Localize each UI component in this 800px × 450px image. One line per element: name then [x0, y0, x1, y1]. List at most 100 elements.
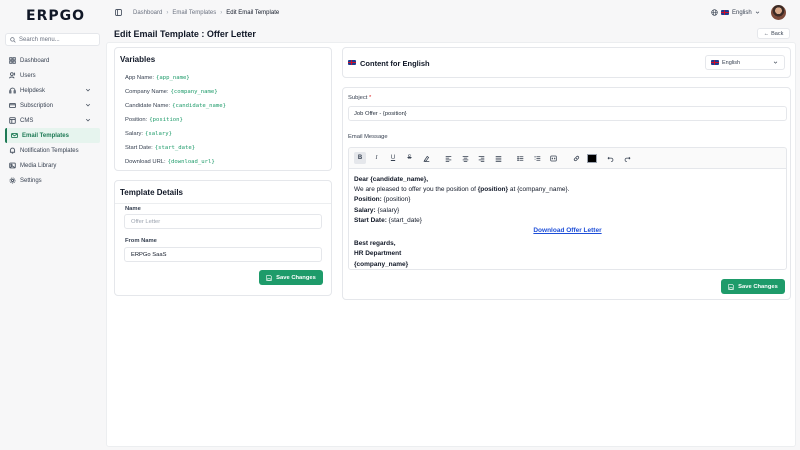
- undo-button[interactable]: [605, 152, 617, 164]
- search-input[interactable]: Search menu...: [5, 33, 100, 46]
- breadcrumb-home[interactable]: Dashboard: [133, 10, 162, 16]
- align-left-button[interactable]: [443, 152, 455, 164]
- start-date-label: Start Date:: [354, 216, 387, 224]
- back-button[interactable]: ← Back: [757, 28, 790, 39]
- variable-label: Company Name:: [125, 89, 169, 95]
- sidebar-item-label: Notification Templates: [20, 147, 79, 154]
- variables-card: Variables App Name: {app_name} Company Na…: [114, 47, 332, 171]
- language-label: English: [732, 9, 752, 16]
- from-name-field[interactable]: ERPGo SaaS: [124, 247, 322, 262]
- variable-code[interactable]: {company_name}: [171, 89, 218, 95]
- editor-toolbar: B I U S: [348, 147, 787, 168]
- chevron-down-icon: [773, 61, 778, 64]
- underline-button[interactable]: U: [387, 152, 399, 164]
- sidebar-item-email-templates[interactable]: Email Templates: [5, 128, 100, 143]
- chevron-down-icon: [85, 88, 91, 92]
- app-logo[interactable]: ERPGO: [26, 8, 85, 24]
- variable-label: Download URL:: [125, 159, 166, 165]
- sidebar-item-cms[interactable]: CMS: [5, 113, 100, 128]
- variable-code[interactable]: {download_url}: [168, 159, 215, 165]
- download-offer-link[interactable]: Download Offer Letter: [354, 226, 781, 236]
- code-block-icon: [550, 155, 557, 161]
- underline-icon: U: [390, 155, 396, 161]
- variable-code[interactable]: {start_date}: [155, 145, 195, 151]
- salary-label: Salary:: [354, 206, 376, 214]
- breadcrumb: Dashboard › Email Templates › Edit Email…: [133, 10, 279, 16]
- ordered-list-button[interactable]: [531, 152, 543, 164]
- regards-line: Best regards,: [354, 239, 781, 249]
- variable-label: Start Date:: [125, 145, 153, 151]
- sidebar-item-helpdesk[interactable]: Helpdesk: [5, 83, 100, 98]
- chevron-down-icon: [755, 11, 759, 14]
- link-button[interactable]: [570, 152, 582, 164]
- from-name-label: From Name: [125, 238, 157, 244]
- sidebar-item-notification-templates[interactable]: Notification Templates: [5, 143, 100, 158]
- dashboard-icon: [9, 57, 16, 64]
- align-right-icon: [478, 155, 485, 162]
- bold-button[interactable]: B: [354, 152, 366, 164]
- search-icon: [10, 36, 16, 43]
- variable-label: Candidate Name:: [125, 103, 171, 109]
- align-justify-button[interactable]: [492, 152, 504, 164]
- bell-icon: [9, 147, 16, 154]
- align-justify-icon: [495, 155, 501, 162]
- avatar[interactable]: [771, 5, 786, 20]
- variable-code[interactable]: {position}: [149, 117, 183, 123]
- sidebar-nav: Dashboard Users Helpdesk Subscription CM…: [5, 53, 100, 188]
- offer-line: We are pleased to offer you the position…: [354, 185, 781, 195]
- sidebar: ERPGO Search menu... Dashboard Users Hel…: [0, 0, 106, 450]
- position-line: Position: {position}: [354, 195, 781, 205]
- italic-button[interactable]: I: [371, 152, 383, 164]
- sidebar-item-label: Email Templates: [22, 132, 69, 139]
- greeting-text: Dear {candidate_name},: [354, 176, 429, 183]
- subject-field[interactable]: Job Offer - {position}: [348, 106, 787, 121]
- subject-value: Job Offer - {position}: [354, 110, 407, 117]
- code-block-button[interactable]: [548, 152, 560, 164]
- save-label: Save Changes: [276, 274, 316, 281]
- save-template-button[interactable]: Save Changes: [259, 270, 323, 285]
- align-right-button[interactable]: [476, 152, 488, 164]
- variable-code[interactable]: {app_name}: [156, 75, 190, 81]
- breadcrumb-parent[interactable]: Email Templates: [172, 10, 216, 16]
- variable-row: Download URL: {download_url}: [115, 155, 331, 169]
- sidebar-item-label: Users: [20, 72, 36, 79]
- sidebar-toggle-icon[interactable]: [115, 9, 122, 16]
- sidebar-item-label: CMS: [20, 117, 34, 124]
- name-placeholder: Offer Letter: [131, 218, 161, 225]
- sidebar-item-subscription[interactable]: Subscription: [5, 98, 100, 113]
- salary-line: Salary: {salary}: [354, 206, 781, 216]
- align-center-button[interactable]: [459, 152, 471, 164]
- required-marker: *: [368, 95, 372, 101]
- language-switcher[interactable]: English: [711, 9, 760, 16]
- highlight-button[interactable]: [420, 152, 432, 164]
- template-details-title: Template Details: [115, 181, 331, 204]
- breadcrumb-separator-icon: ›: [220, 10, 223, 16]
- bullet-list-button[interactable]: [515, 152, 527, 164]
- sidebar-item-label: Settings: [20, 177, 42, 184]
- name-field[interactable]: Offer Letter: [124, 214, 322, 229]
- name-label: Name: [125, 206, 141, 212]
- sidebar-item-dashboard[interactable]: Dashboard: [5, 53, 100, 68]
- salary-value: {salary}: [375, 206, 400, 214]
- globe-icon: [711, 9, 718, 16]
- breadcrumb-current: Edit Email Template: [226, 10, 280, 16]
- redo-button[interactable]: [621, 152, 633, 164]
- language-select[interactable]: English: [705, 55, 785, 70]
- text-color-swatch[interactable]: [586, 153, 597, 163]
- save-content-button[interactable]: Save Changes: [721, 279, 785, 294]
- subject-label: Subject *: [348, 95, 371, 101]
- sidebar-item-users[interactable]: Users: [5, 68, 100, 83]
- strikethrough-button[interactable]: S: [404, 152, 416, 164]
- uk-flag-icon: [721, 10, 729, 15]
- sidebar-item-media-library[interactable]: Media Library: [5, 158, 100, 173]
- variable-row: Candidate Name: {candidate_name}: [115, 99, 331, 113]
- variable-code[interactable]: {candidate_name}: [172, 103, 226, 109]
- email-message-editor[interactable]: Dear {candidate_name}, We are pleased to…: [348, 168, 787, 270]
- align-left-icon: [445, 155, 452, 162]
- variable-code[interactable]: {salary}: [145, 131, 172, 137]
- variable-row: Start Date: {start_date}: [115, 141, 331, 155]
- gear-icon: [9, 177, 16, 184]
- breadcrumb-separator-icon: ›: [166, 10, 169, 16]
- offer-text-pre: We are pleased to offer you the position…: [354, 186, 478, 194]
- sidebar-item-settings[interactable]: Settings: [5, 173, 100, 188]
